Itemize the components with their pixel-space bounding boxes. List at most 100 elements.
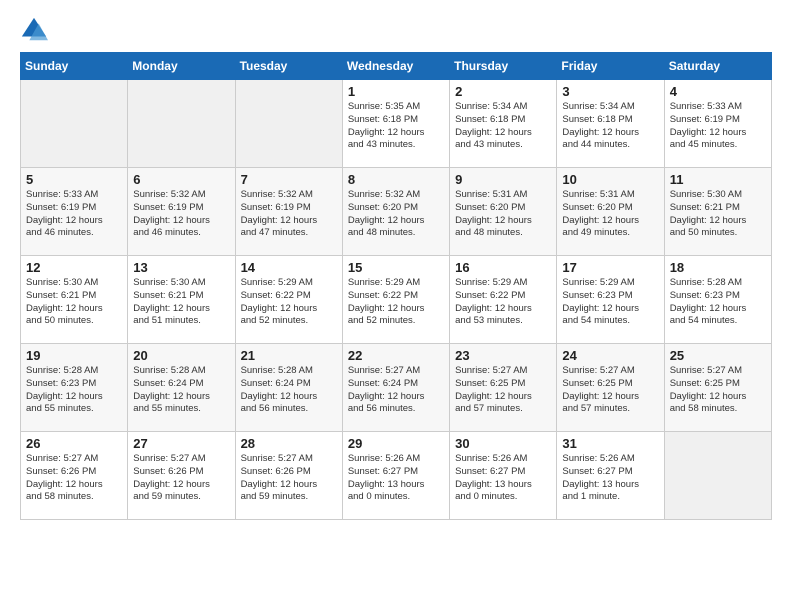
day-info: Sunrise: 5:27 AMSunset: 6:26 PMDaylight:…: [133, 453, 229, 504]
day-info: Sunrise: 5:27 AMSunset: 6:26 PMDaylight:…: [26, 453, 122, 504]
col-header-thursday: Thursday: [450, 53, 557, 80]
calendar-cell: 29 Sunrise: 5:26 AMSunset: 6:27 PMDayligh…: [342, 432, 449, 520]
calendar-cell: 25 Sunrise: 5:27 AMSunset: 6:25 PMDayligh…: [664, 344, 771, 432]
calendar-cell: 21 Sunrise: 5:28 AMSunset: 6:24 PMDayligh…: [235, 344, 342, 432]
calendar-cell: 16Sunrise: 5:29 AMSunset: 6:22 PMDayligh…: [450, 256, 557, 344]
day-number: 27: [133, 436, 229, 451]
calendar-cell: [664, 432, 771, 520]
calendar-cell: [235, 80, 342, 168]
day-info: Sunrise: 5:27 AMSunset: 6:25 PMDaylight:…: [670, 365, 766, 416]
day-info: Sunrise: 5:34 AMSunset: 6:18 PMDaylight:…: [562, 101, 658, 152]
day-number: 12: [26, 260, 122, 275]
calendar-cell: 18Sunrise: 5:28 AMSunset: 6:23 PMDayligh…: [664, 256, 771, 344]
calendar-week-4: 19 Sunrise: 5:28 AMSunset: 6:23 PMDayligh…: [21, 344, 772, 432]
day-number: 7: [241, 172, 337, 187]
day-info: Sunrise: 5:34 AMSunset: 6:18 PMDaylight:…: [455, 101, 551, 152]
calendar-cell: 13 Sunrise: 5:30 AMSunset: 6:21 PMDayligh…: [128, 256, 235, 344]
day-number: 24: [562, 348, 658, 363]
calendar-cell: 11 Sunrise: 5:30 AMSunset: 6:21 PMDayligh…: [664, 168, 771, 256]
day-info: Sunrise: 5:28 AMSunset: 6:24 PMDaylight:…: [133, 365, 229, 416]
calendar-header: SundayMondayTuesdayWednesdayThursdayFrid…: [21, 53, 772, 80]
day-info: Sunrise: 5:27 AMSunset: 6:25 PMDaylight:…: [562, 365, 658, 416]
day-info: Sunrise: 5:29 AMSunset: 6:22 PMDaylight:…: [348, 277, 444, 328]
day-info: Sunrise: 5:31 AMSunset: 6:20 PMDaylight:…: [455, 189, 551, 240]
day-number: 29: [348, 436, 444, 451]
calendar-cell: 28 Sunrise: 5:27 AMSunset: 6:26 PMDayligh…: [235, 432, 342, 520]
calendar-cell: 17 Sunrise: 5:29 AMSunset: 6:23 PMDayligh…: [557, 256, 664, 344]
calendar-cell: 6 Sunrise: 5:32 AMSunset: 6:19 PMDaylight…: [128, 168, 235, 256]
calendar-cell: 23 Sunrise: 5:27 AMSunset: 6:25 PMDayligh…: [450, 344, 557, 432]
calendar-week-1: 1Sunrise: 5:35 AMSunset: 6:18 PMDaylight…: [21, 80, 772, 168]
calendar-cell: 4Sunrise: 5:33 AMSunset: 6:19 PMDaylight…: [664, 80, 771, 168]
calendar-cell: 2Sunrise: 5:34 AMSunset: 6:18 PMDaylight…: [450, 80, 557, 168]
day-number: 11: [670, 172, 766, 187]
day-number: 14: [241, 260, 337, 275]
col-header-friday: Friday: [557, 53, 664, 80]
calendar-cell: 27 Sunrise: 5:27 AMSunset: 6:26 PMDayligh…: [128, 432, 235, 520]
day-number: 13: [133, 260, 229, 275]
day-number: 31: [562, 436, 658, 451]
calendar-cell: 3 Sunrise: 5:34 AMSunset: 6:18 PMDaylight…: [557, 80, 664, 168]
calendar-cell: 8Sunrise: 5:32 AMSunset: 6:20 PMDaylight…: [342, 168, 449, 256]
col-header-saturday: Saturday: [664, 53, 771, 80]
day-number: 17: [562, 260, 658, 275]
day-info: Sunrise: 5:31 AMSunset: 6:20 PMDaylight:…: [562, 189, 658, 240]
day-number: 22: [348, 348, 444, 363]
calendar-cell: 22Sunrise: 5:27 AMSunset: 6:24 PMDayligh…: [342, 344, 449, 432]
day-info: Sunrise: 5:26 AMSunset: 6:27 PMDaylight:…: [348, 453, 444, 504]
day-number: 9: [455, 172, 551, 187]
day-number: 23: [455, 348, 551, 363]
day-info: Sunrise: 5:32 AMSunset: 6:19 PMDaylight:…: [241, 189, 337, 240]
calendar-cell: 7 Sunrise: 5:32 AMSunset: 6:19 PMDaylight…: [235, 168, 342, 256]
day-info: Sunrise: 5:30 AMSunset: 6:21 PMDaylight:…: [670, 189, 766, 240]
calendar-cell: 1Sunrise: 5:35 AMSunset: 6:18 PMDaylight…: [342, 80, 449, 168]
calendar-cell: 14 Sunrise: 5:29 AMSunset: 6:22 PMDayligh…: [235, 256, 342, 344]
calendar-cell: 19 Sunrise: 5:28 AMSunset: 6:23 PMDayligh…: [21, 344, 128, 432]
day-info: Sunrise: 5:26 AMSunset: 6:27 PMDaylight:…: [455, 453, 551, 504]
day-info: Sunrise: 5:27 AMSunset: 6:26 PMDaylight:…: [241, 453, 337, 504]
calendar-week-3: 12 Sunrise: 5:30 AMSunset: 6:21 PMDayligh…: [21, 256, 772, 344]
day-number: 25: [670, 348, 766, 363]
day-number: 21: [241, 348, 337, 363]
calendar-cell: [21, 80, 128, 168]
day-number: 5: [26, 172, 122, 187]
calendar-cell: 26 Sunrise: 5:27 AMSunset: 6:26 PMDayligh…: [21, 432, 128, 520]
calendar-body: 1Sunrise: 5:35 AMSunset: 6:18 PMDaylight…: [21, 80, 772, 520]
calendar-week-5: 26 Sunrise: 5:27 AMSunset: 6:26 PMDayligh…: [21, 432, 772, 520]
calendar-cell: 10Sunrise: 5:31 AMSunset: 6:20 PMDayligh…: [557, 168, 664, 256]
col-header-wednesday: Wednesday: [342, 53, 449, 80]
day-info: Sunrise: 5:28 AMSunset: 6:23 PMDaylight:…: [26, 365, 122, 416]
day-number: 26: [26, 436, 122, 451]
day-info: Sunrise: 5:30 AMSunset: 6:21 PMDaylight:…: [133, 277, 229, 328]
day-info: Sunrise: 5:27 AMSunset: 6:25 PMDaylight:…: [455, 365, 551, 416]
logo-icon: [20, 16, 48, 44]
day-info: Sunrise: 5:29 AMSunset: 6:22 PMDaylight:…: [241, 277, 337, 328]
day-info: Sunrise: 5:29 AMSunset: 6:23 PMDaylight:…: [562, 277, 658, 328]
day-number: 3: [562, 84, 658, 99]
day-number: 28: [241, 436, 337, 451]
day-number: 15: [348, 260, 444, 275]
day-number: 20: [133, 348, 229, 363]
day-info: Sunrise: 5:28 AMSunset: 6:24 PMDaylight:…: [241, 365, 337, 416]
day-info: Sunrise: 5:32 AMSunset: 6:19 PMDaylight:…: [133, 189, 229, 240]
calendar-cell: [128, 80, 235, 168]
day-info: Sunrise: 5:33 AMSunset: 6:19 PMDaylight:…: [670, 101, 766, 152]
day-number: 19: [26, 348, 122, 363]
calendar-cell: 20 Sunrise: 5:28 AMSunset: 6:24 PMDayligh…: [128, 344, 235, 432]
day-info: Sunrise: 5:35 AMSunset: 6:18 PMDaylight:…: [348, 101, 444, 152]
day-info: Sunrise: 5:28 AMSunset: 6:23 PMDaylight:…: [670, 277, 766, 328]
calendar-week-2: 5 Sunrise: 5:33 AMSunset: 6:19 PMDaylight…: [21, 168, 772, 256]
col-header-sunday: Sunday: [21, 53, 128, 80]
calendar-cell: 15 Sunrise: 5:29 AMSunset: 6:22 PMDayligh…: [342, 256, 449, 344]
logo: [20, 16, 52, 44]
col-header-tuesday: Tuesday: [235, 53, 342, 80]
day-info: Sunrise: 5:33 AMSunset: 6:19 PMDaylight:…: [26, 189, 122, 240]
day-info: Sunrise: 5:26 AMSunset: 6:27 PMDaylight:…: [562, 453, 658, 504]
calendar-cell: 30 Sunrise: 5:26 AMSunset: 6:27 PMDayligh…: [450, 432, 557, 520]
day-info: Sunrise: 5:29 AMSunset: 6:22 PMDaylight:…: [455, 277, 551, 328]
calendar-table: SundayMondayTuesdayWednesdayThursdayFrid…: [20, 52, 772, 520]
calendar-cell: 31 Sunrise: 5:26 AMSunset: 6:27 PMDayligh…: [557, 432, 664, 520]
day-number: 8: [348, 172, 444, 187]
day-number: 6: [133, 172, 229, 187]
day-number: 30: [455, 436, 551, 451]
